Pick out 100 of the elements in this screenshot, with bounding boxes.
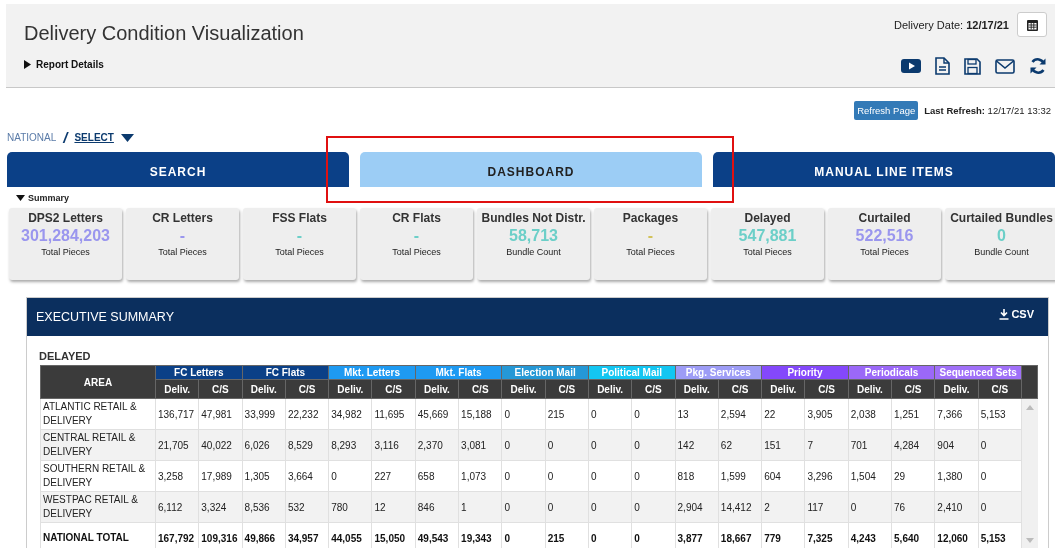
card-unit: Total Pieces xyxy=(158,247,207,257)
table-cell: 1,599 xyxy=(718,460,762,492)
column-group-header: Pkg. Services xyxy=(675,365,762,380)
table-cell: 3,258 xyxy=(155,460,199,492)
card-value: 301,284,203 xyxy=(21,227,110,245)
card-title: DPS2 Letters xyxy=(28,211,103,225)
card-value: - xyxy=(296,227,303,245)
table-cell: 215 xyxy=(545,522,589,548)
table-cell: 2,038 xyxy=(848,398,892,430)
table-cell: 18,667 xyxy=(718,522,762,548)
card-unit: Total Pieces xyxy=(41,247,90,257)
select-dropdown[interactable]: SELECT xyxy=(74,132,114,143)
card-value: 547,881 xyxy=(738,227,797,245)
table-cell: 49,866 xyxy=(242,522,286,548)
card-unit: Total Pieces xyxy=(860,247,909,257)
card-value: 0 xyxy=(997,227,1006,245)
save-icon[interactable] xyxy=(964,57,981,75)
column-group-header: Election Mail xyxy=(501,365,589,380)
table-cell: 33,999 xyxy=(242,398,286,430)
table-cell: 1,504 xyxy=(848,460,892,492)
table-cell: NATIONAL TOTAL xyxy=(40,522,156,548)
table-cell: 44,055 xyxy=(328,522,372,548)
breadcrumb-separator: / xyxy=(63,129,68,146)
card-unit: Total Pieces xyxy=(275,247,324,257)
table-cell: 4,243 xyxy=(848,522,892,548)
card-title: Bundles Not Distr. xyxy=(481,211,586,225)
table-cell: 45,669 xyxy=(415,398,459,430)
table-cell: 22 xyxy=(761,398,805,430)
caret-down-icon[interactable] xyxy=(120,133,134,142)
summary-toggle[interactable]: Summary xyxy=(28,193,70,203)
play-icon[interactable] xyxy=(901,58,921,74)
last-refresh: Last Refresh: 12/17/21 13:32 xyxy=(924,105,1051,116)
table-cell: 1,251 xyxy=(891,398,935,430)
card-title: Curtailed Bundles xyxy=(950,211,1053,225)
tab[interactable]: MANUAL LINE ITEMS xyxy=(713,152,1055,187)
column-group-header: Periodicals xyxy=(848,365,935,380)
document-icon[interactable] xyxy=(935,57,950,75)
table-cell: 34,982 xyxy=(328,398,372,430)
table-cell: 2,594 xyxy=(718,398,762,430)
delivery-date: Delivery Date: 12/17/21 xyxy=(894,18,1009,31)
card-unit: Bundle Count xyxy=(506,247,561,257)
table-cell: 22,232 xyxy=(285,398,329,430)
calendar-icon xyxy=(1026,18,1038,31)
column-group-header: Mkt. Flats xyxy=(415,365,502,380)
table-cell: 0 xyxy=(501,460,546,492)
card-title: Delayed xyxy=(744,211,791,225)
card-unit: Total Pieces xyxy=(392,247,441,257)
table-cell: 49,543 xyxy=(415,522,459,548)
table-cell: 34,957 xyxy=(285,522,329,548)
table-cell: 0 xyxy=(588,522,632,548)
card-title: FSS Flats xyxy=(272,211,327,225)
table-cell: 3,664 xyxy=(285,460,329,492)
card-unit: Total Pieces xyxy=(743,247,792,257)
column-header: AREA xyxy=(40,365,156,399)
breadcrumb-national[interactable]: NATIONAL xyxy=(7,132,57,143)
panel-title: EXECUTIVE SUMMARY xyxy=(36,310,174,324)
table-cell: 7,366 xyxy=(934,398,979,430)
table-cell: WESTPAC RETAIL & DELIVERY xyxy=(40,491,156,523)
column-group-header: FC Letters xyxy=(155,365,243,380)
table-cell: 779 xyxy=(761,522,805,548)
download-icon xyxy=(999,308,1010,320)
table-cell: SOUTHERN RETAIL & DELIVERY xyxy=(40,460,156,492)
table-cell: 0 xyxy=(588,398,632,430)
table-cell: 47,981 xyxy=(198,398,243,430)
column-group-header: Mkt. Letters xyxy=(328,365,416,380)
caret-down-icon[interactable] xyxy=(16,195,25,201)
table-cell: CENTRAL RETAIL & DELIVERY xyxy=(40,429,156,461)
page-title: Delivery Condition Visualization xyxy=(24,22,304,45)
card-title: CR Flats xyxy=(392,211,441,225)
table-cell: 604 xyxy=(761,460,805,492)
refresh-icon[interactable] xyxy=(1029,57,1047,75)
table-cell: 11,695 xyxy=(372,398,416,430)
table-cell: 3,877 xyxy=(675,522,719,548)
report-details-toggle[interactable]: Report Details xyxy=(24,59,304,70)
card-title: Curtailed xyxy=(858,211,911,225)
table-cell: 3,905 xyxy=(804,398,849,430)
mail-icon[interactable] xyxy=(995,58,1015,74)
table-cell: 167,792 xyxy=(155,522,199,548)
table-cell: 15,188 xyxy=(458,398,502,430)
table-cell: 19,343 xyxy=(458,522,502,548)
tab[interactable]: SEARCH xyxy=(7,152,349,187)
refresh-page-button[interactable]: Refresh Page xyxy=(854,101,919,120)
card-value: 522,516 xyxy=(855,227,914,245)
table-cell: 1,073 xyxy=(458,460,502,492)
csv-export-button[interactable]: CSV xyxy=(999,308,1034,320)
calendar-button[interactable] xyxy=(1017,12,1047,37)
tab[interactable]: DASHBOARD xyxy=(360,152,702,187)
column-group-header: Sequenced Sets xyxy=(934,365,1022,380)
card-unit: Total Pieces xyxy=(626,247,675,257)
caret-right-icon xyxy=(24,60,31,69)
card-unit: Bundle Count xyxy=(974,247,1029,257)
table-cell: 1,305 xyxy=(242,460,286,492)
table-cell: ATLANTIC RETAIL & DELIVERY xyxy=(40,398,156,430)
table-cell: 17,989 xyxy=(198,460,243,492)
section-title: DELAYED xyxy=(38,349,92,364)
card-value: 58,713 xyxy=(509,227,558,245)
table-cell: 15,050 xyxy=(372,522,416,548)
table-cell: 0 xyxy=(501,398,546,430)
table-cell: 0 xyxy=(545,460,589,492)
card-title: Packages xyxy=(622,211,679,225)
